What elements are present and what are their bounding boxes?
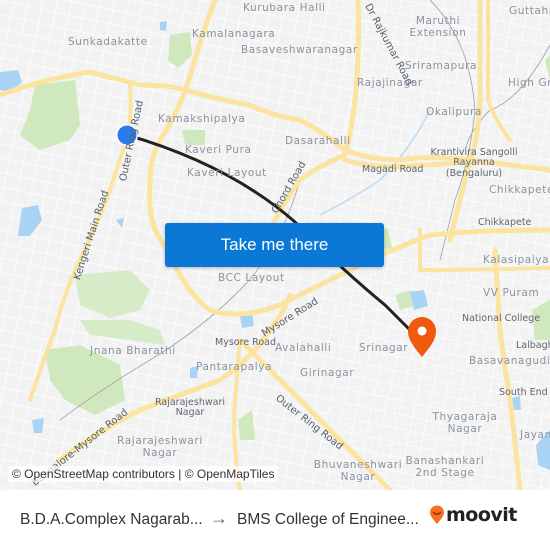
place-label: Rajarajeshwari Nagar — [155, 397, 225, 419]
map-attribution[interactable]: © OpenStreetMap contributors | © OpenMap… — [8, 466, 279, 482]
place-label: Kamalanagara — [192, 28, 276, 40]
moovit-wordmark: moovit — [446, 504, 517, 526]
place-label: Dasarahalli — [285, 135, 351, 147]
place-label: Jnana Bharathi — [90, 345, 176, 357]
place-label: BCC Layout — [218, 272, 285, 284]
place-label: Sunkadakatte — [68, 36, 148, 48]
place-label: Chikkapete — [478, 217, 532, 228]
place-label: Basavanagudi — [469, 355, 550, 367]
origin-stop-name: B.D.A.Complex Nagarab... — [20, 511, 203, 528]
map-view[interactable]: Kurubara Halli Sunkadakatte Kamalanagara… — [0, 0, 550, 490]
place-label: Sriramapura — [405, 60, 477, 72]
place-label: Basaveshwaranagar — [241, 44, 358, 56]
place-label: South End Circle — [499, 387, 550, 398]
place-label: Thyagaraja Nagar — [432, 411, 498, 435]
place-label: Avalahalli — [275, 342, 332, 354]
place-label: Girinagar — [300, 367, 355, 379]
lake — [32, 418, 44, 433]
place-label: Krantivira Sangolli Rayanna (Bengaluru) — [430, 147, 518, 179]
place-label: Rajarajeshwari Nagar — [117, 435, 203, 459]
place-label: Pantarapalya — [196, 361, 273, 373]
place-label: Banashankari 2nd Stage — [405, 455, 485, 479]
place-label: Guttahalli — [509, 5, 550, 17]
place-label: High Grounds — [508, 77, 550, 89]
destination-pin-hole — [417, 326, 427, 336]
place-label: Kurubara Halli — [243, 2, 326, 14]
moovit-pin-icon — [430, 505, 444, 524]
lake — [160, 21, 167, 31]
take-me-there-button[interactable]: Take me there — [165, 223, 384, 267]
park — [182, 130, 205, 145]
destination-name: BMS College of Enginee... — [237, 511, 419, 528]
moovit-logo[interactable]: moovit — [429, 504, 517, 526]
place-label: Kaveri Pura — [185, 144, 252, 156]
place-label: Bhuvaneshwari Nagar — [313, 459, 403, 483]
place-label: Kamakshipalya — [158, 113, 246, 125]
route-footer: B.D.A.Complex Nagarab... → BMS College o… — [0, 490, 550, 550]
place-label: Mysore Road — [215, 337, 276, 348]
place-label: Kalasipalya — [483, 254, 550, 266]
place-label: Okalipura — [426, 106, 482, 118]
place-label: Magadi Road — [362, 164, 424, 175]
arrow-right-icon: → — [210, 508, 228, 528]
place-label: Maruthi Extension — [409, 15, 467, 39]
place-label: Kaveri Layout — [187, 167, 267, 179]
place-label: Jayanagar — [520, 429, 550, 441]
place-label: Chikkapete — [489, 184, 550, 196]
place-label: Srinagar — [359, 342, 409, 354]
place-label: Lalbagh — [516, 340, 550, 351]
place-label: National College — [462, 313, 541, 324]
place-label: VV Puram — [483, 287, 540, 299]
